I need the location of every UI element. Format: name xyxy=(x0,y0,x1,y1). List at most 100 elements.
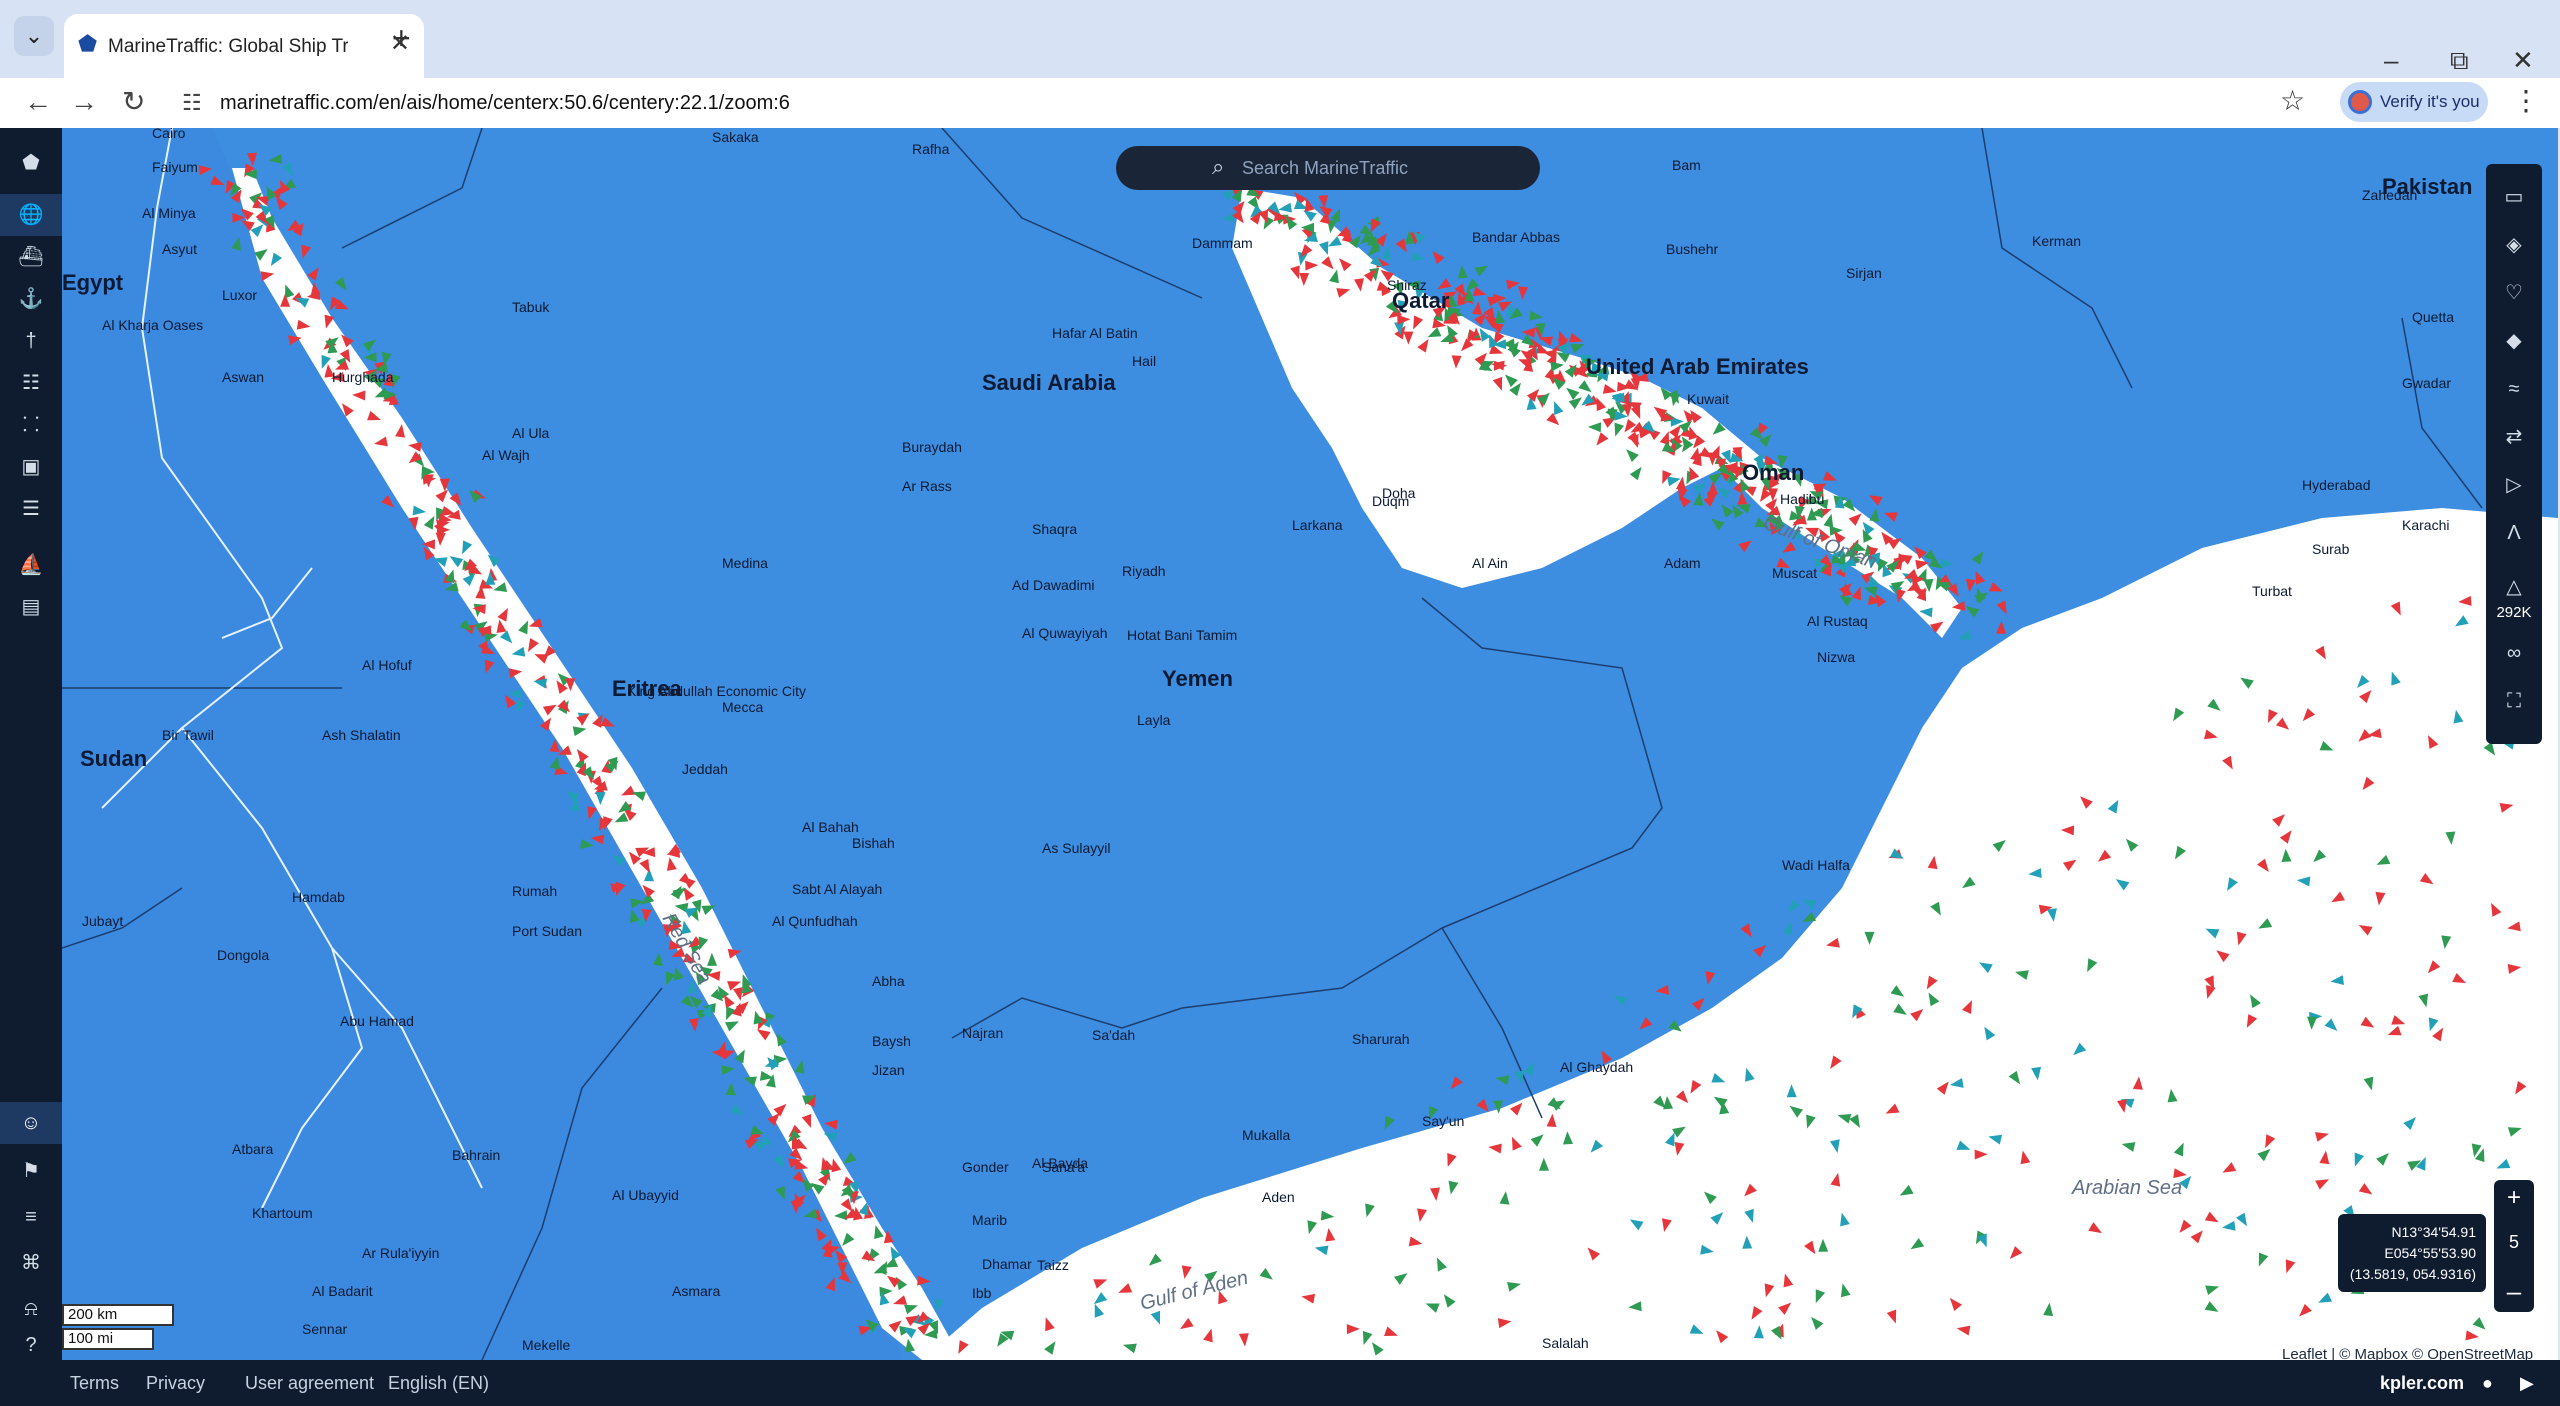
map-layers-icon[interactable]: ◆ xyxy=(2486,318,2542,364)
privacy-link[interactable]: Privacy xyxy=(146,1373,205,1394)
language-select[interactable]: English (EN) xyxy=(388,1373,489,1394)
city-label: Kuwait xyxy=(1687,391,1729,407)
favourite-icon[interactable]: ♡ xyxy=(2486,270,2542,316)
layers-icon[interactable]: ▭ xyxy=(2486,174,2542,220)
antenna-icon[interactable]: ⸬ xyxy=(0,404,62,446)
fleet-icon[interactable]: ⛵ xyxy=(0,544,62,586)
city-label: Hail xyxy=(1132,353,1156,369)
tag-icon[interactable]: ⚑ xyxy=(0,1150,62,1192)
city-label: Port Sudan xyxy=(512,923,582,939)
city-label: Hotat Bani Tamim xyxy=(1127,627,1237,643)
infinity-icon[interactable]: ∞ xyxy=(2486,630,2542,676)
country-label: Yemen xyxy=(1162,666,1233,691)
city-label: Bushehr xyxy=(1666,241,1718,257)
photos-icon[interactable]: ▣ xyxy=(0,446,62,488)
logo-icon[interactable]: ⬟ xyxy=(0,142,62,184)
search-input[interactable] xyxy=(1242,156,1502,180)
city-label: As Sulayyil xyxy=(1042,840,1110,856)
city-label: Atbara xyxy=(232,1141,273,1157)
marinetraffic-logo-icon: ⬟ xyxy=(78,31,98,56)
map-search[interactable]: ⌕ xyxy=(1116,146,1540,190)
site-info-icon[interactable]: ☷ xyxy=(182,90,202,116)
city-label: Rafha xyxy=(912,141,950,157)
city-label: Taizz xyxy=(1037,1257,1069,1273)
play-icon[interactable]: ▷ xyxy=(2486,462,2542,508)
vessel-marker[interactable] xyxy=(1996,620,2007,634)
reports-icon[interactable]: ☰ xyxy=(0,488,62,530)
apple-store-icon[interactable]: ● xyxy=(2482,1373,2493,1394)
city-label: Jizan xyxy=(872,1062,905,1078)
map-attribution[interactable]: Leaflet | © Mapbox © OpenStreetMap xyxy=(2282,1346,2533,1360)
city-label: Bahrain xyxy=(452,1147,500,1163)
city-label: Najran xyxy=(962,1025,1003,1041)
city-label: Al Ghaydah xyxy=(1560,1059,1633,1075)
footer-bar: Terms Privacy User agreement English (EN… xyxy=(0,1360,2560,1406)
url-text[interactable]: marinetraffic.com/en/ais/home/centerx:50… xyxy=(220,92,790,115)
city-label: Kerman xyxy=(2032,233,2081,249)
city-label: King Abdullah Economic City xyxy=(627,683,806,699)
globe-icon[interactable]: 🌐 xyxy=(0,194,62,236)
measure-icon[interactable]: ⇄ xyxy=(2486,414,2542,460)
table-icon[interactable]: ▤ xyxy=(0,586,62,628)
city-label: Al Qunfudhah xyxy=(772,913,858,929)
city-label: Dhamar xyxy=(982,1256,1032,1272)
browser-menu-icon[interactable]: ⋮ xyxy=(2512,86,2540,116)
city-label: Salalah xyxy=(1542,1335,1589,1351)
city-label: Al Kharja Oases xyxy=(102,317,203,333)
verify-button[interactable]: Verify it's you xyxy=(2340,82,2488,122)
city-label: Aden xyxy=(1262,1189,1295,1205)
window-close-icon[interactable]: ✕ xyxy=(2512,46,2534,74)
stack-icon[interactable]: ≡ xyxy=(0,1196,62,1238)
filter-icon[interactable]: ◈ xyxy=(2486,222,2542,268)
vessel-marker[interactable] xyxy=(917,1275,931,1287)
city-label: Riyadh xyxy=(1122,563,1166,579)
network-icon[interactable]: ⌘ xyxy=(0,1242,62,1284)
tab-search-icon[interactable]: ⌄ xyxy=(14,16,54,56)
ship-map[interactable]: Egypt Saudi Arabia Oman Yemen Eritrea Sudan Pa… xyxy=(62,128,2558,1360)
zoom-out-button[interactable]: – xyxy=(2494,1276,2534,1307)
user-agreement-link[interactable]: User agreement xyxy=(245,1373,374,1394)
fullscreen-icon[interactable]: ⛶ xyxy=(2486,678,2542,724)
city-label: Hamdab xyxy=(292,889,345,905)
forward-icon[interactable]: → xyxy=(70,86,98,118)
city-label: Buraydah xyxy=(902,439,962,455)
country-label: Egypt xyxy=(62,270,124,295)
play-store-icon[interactable]: ▶ xyxy=(2520,1373,2534,1394)
bookmark-star-icon[interactable]: ☆ xyxy=(2280,86,2305,116)
left-navigation: ⬟ 🌐 ⛴ ⚓ † ☷ ⸬ ▣ ☰ ⛵ ▤ ☺ ⚑ ≡ ⌘ ⍾ ? xyxy=(0,128,62,1360)
port-icon[interactable]: ☷ xyxy=(0,362,62,404)
zoom-level: 5 xyxy=(2508,1232,2519,1252)
city-label: Abu Hamad xyxy=(340,1013,414,1029)
city-label: Medina xyxy=(722,555,768,571)
zoom-in-button[interactable]: + xyxy=(2494,1184,2534,1212)
lighthouse-icon[interactable]: † xyxy=(0,320,62,362)
city-label: Ash Shalatin xyxy=(322,727,401,743)
address-bar[interactable]: ☷ marinetraffic.com/en/ais/home/centerx:… xyxy=(168,82,2298,124)
scale-km: 200 km xyxy=(62,1304,174,1326)
weather-icon[interactable]: Λ xyxy=(2486,510,2542,556)
city-label: Mukalla xyxy=(1242,1127,1290,1143)
city-label: Quetta xyxy=(2412,309,2454,325)
terms-link[interactable]: Terms xyxy=(70,1373,119,1394)
account-icon[interactable]: ☺ xyxy=(0,1102,62,1144)
back-icon[interactable]: ← xyxy=(24,86,52,118)
restore-icon[interactable]: ⧉ xyxy=(2450,46,2469,74)
cursor-coordinates: N13°34'54.91 E054°55'53.90 (13.5819, 054… xyxy=(2338,1214,2486,1292)
vessel-marker[interactable] xyxy=(1963,602,1980,618)
reload-icon[interactable]: ↻ xyxy=(122,86,145,118)
new-tab-icon[interactable]: + xyxy=(392,22,411,54)
anchor-icon[interactable]: ⚓ xyxy=(0,278,62,320)
city-label: Al Hofuf xyxy=(362,657,412,673)
map-canvas[interactable]: EgyptSaudi ArabiaOmanYemenEritreaSudanPa… xyxy=(62,128,2558,1360)
vessel-marker[interactable] xyxy=(1956,630,1972,644)
browser-window: ⌄ ⬟ MarineTraffic: Global Ship Track ✕ +… xyxy=(0,0,2560,1406)
city-label: Sabt Al Alayah xyxy=(792,881,882,897)
city-label: Cairo xyxy=(152,128,186,141)
minimize-icon[interactable]: – xyxy=(2384,46,2398,74)
browser-tab[interactable]: ⬟ MarineTraffic: Global Ship Track ✕ xyxy=(64,14,424,78)
city-label: Adam xyxy=(1664,555,1701,571)
ship-icon[interactable]: ⛴ xyxy=(0,236,62,278)
brand-link[interactable]: kpler.com xyxy=(2380,1373,2464,1394)
route-icon[interactable]: ≈ xyxy=(2486,366,2542,412)
vessel-count: 292K xyxy=(2496,604,2532,621)
